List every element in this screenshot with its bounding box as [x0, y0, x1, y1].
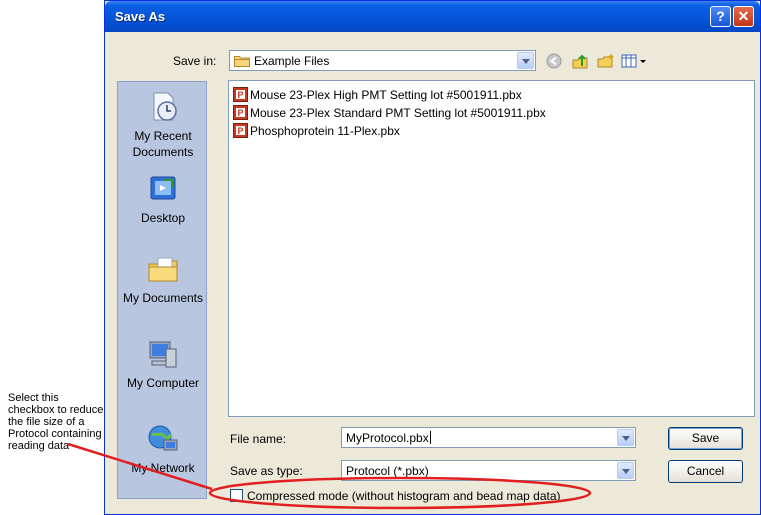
svg-text:P: P	[238, 108, 244, 118]
list-item[interactable]: P Mouse 23-Plex Standard PMT Setting lot …	[233, 105, 546, 123]
recent-documents-icon	[153, 92, 177, 121]
compressed-mode-checkbox[interactable]: Compressed mode (without histogram and b…	[230, 489, 561, 503]
file-name: Phosphoprotein 11-Plex.pbx	[250, 124, 400, 138]
save-in-value: Example Files	[254, 54, 330, 68]
my-network-icon	[148, 425, 178, 451]
places-bar: My Recent Documents Desktop My Documents	[117, 81, 207, 499]
place-my-recent-documents[interactable]: My Recent Documents	[118, 90, 208, 160]
text-caret	[429, 431, 431, 444]
cancel-button[interactable]: Cancel	[668, 460, 743, 483]
place-my-documents[interactable]: My Documents	[118, 252, 208, 306]
title-bar: Save As ? ✕	[105, 1, 760, 32]
view-menu-icon[interactable]	[621, 53, 647, 69]
file-name: Mouse 23-Plex Standard PMT Setting lot #…	[250, 106, 546, 120]
save-as-type-dropdown[interactable]: Protocol (*.pbx)	[341, 460, 636, 481]
help-button[interactable]: ?	[710, 6, 731, 27]
save-in-dropdown[interactable]: Example Files	[229, 50, 536, 71]
close-icon: ✕	[737, 8, 750, 24]
place-label: My Computer	[126, 376, 200, 390]
chevron-down-icon[interactable]	[517, 52, 534, 69]
my-computer-icon	[149, 341, 177, 368]
desktop-icon	[150, 176, 176, 200]
place-desktop[interactable]: Desktop	[118, 172, 208, 226]
file-list[interactable]: P Mouse 23-Plex High PMT Setting lot #500…	[228, 80, 755, 417]
chevron-down-icon[interactable]	[617, 462, 634, 479]
place-label: Desktop	[140, 211, 186, 225]
save-as-type-value: Protocol (*.pbx)	[346, 464, 429, 478]
compressed-mode-label: Compressed mode (without histogram and b…	[247, 489, 561, 503]
pbx-file-icon: P	[233, 87, 248, 102]
pbx-file-icon: P	[233, 105, 248, 120]
place-label: Documents	[132, 145, 194, 159]
up-folder-icon[interactable]	[571, 53, 589, 69]
save-as-dialog: Save As ? ✕ Save in: Example Files My Re…	[104, 0, 761, 515]
save-in-label: Save in:	[173, 54, 217, 68]
my-documents-icon	[148, 257, 178, 282]
annotation-text: Select this checkbox to reduce the file …	[8, 392, 104, 452]
window-title: Save As	[115, 9, 166, 24]
pbx-file-icon: P	[233, 123, 248, 138]
file-name-value: MyProtocol.pbx	[346, 431, 429, 445]
close-button[interactable]: ✕	[733, 6, 754, 27]
file-name-label: File name:	[230, 432, 287, 446]
chevron-down-icon[interactable]	[617, 429, 634, 446]
list-item[interactable]: P Phosphoprotein 11-Plex.pbx	[233, 123, 400, 141]
svg-text:P: P	[238, 90, 244, 100]
svg-text:P: P	[238, 126, 244, 136]
back-icon[interactable]	[545, 53, 563, 69]
place-my-network[interactable]: My Network	[118, 422, 208, 476]
place-label: My Documents	[122, 291, 204, 305]
list-item[interactable]: P Mouse 23-Plex High PMT Setting lot #500…	[233, 87, 522, 105]
file-name-field[interactable]: MyProtocol.pbx	[341, 427, 636, 448]
folder-icon	[234, 56, 250, 67]
place-label: My Recent	[134, 129, 192, 143]
save-button[interactable]: Save	[668, 427, 743, 450]
place-my-computer[interactable]: My Computer	[118, 337, 208, 391]
file-name: Mouse 23-Plex High PMT Setting lot #5001…	[250, 88, 522, 102]
place-label: My Network	[131, 461, 195, 475]
help-icon: ?	[716, 8, 725, 24]
new-folder-icon[interactable]	[597, 53, 615, 69]
save-as-type-label: Save as type:	[230, 464, 303, 478]
checkbox-box[interactable]	[230, 489, 243, 502]
